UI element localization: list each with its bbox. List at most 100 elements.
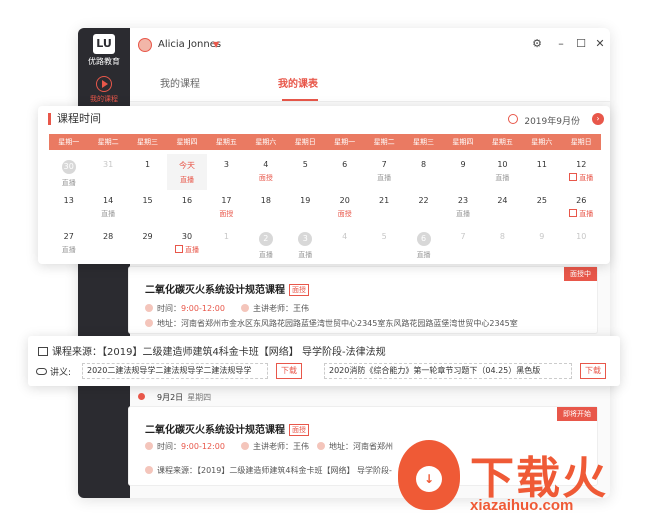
user-name[interactable]: Alicia Jonnes: [158, 39, 221, 50]
calendar-day[interactable]: 26 直播: [562, 190, 601, 226]
date-dot-icon: [138, 393, 145, 400]
day-event-tag: 直播: [258, 251, 273, 259]
weekday-label: 星期五: [215, 138, 237, 146]
sidebar-item-my-courses[interactable]: 我的课程: [80, 74, 128, 110]
download-button-1[interactable]: 下载: [276, 363, 302, 379]
day-event-tag: 直播: [167, 245, 206, 255]
calendar-day[interactable]: 17 面授: [207, 190, 246, 226]
gear-icon[interactable]: ⚙: [530, 37, 544, 50]
day-event-tag: 面授: [219, 210, 234, 218]
calendar-day[interactable]: 21: [364, 190, 403, 226]
calendar-day[interactable]: 1: [128, 154, 167, 190]
watermark-url: xiazaihuo.com: [470, 497, 574, 514]
day-number: 25: [536, 196, 547, 205]
next-month-button[interactable]: ›: [592, 113, 604, 125]
calendar-day[interactable]: 13: [49, 190, 88, 226]
course-teacher: 主讲老师：王伟: [241, 303, 309, 314]
calendar-day[interactable]: 28: [88, 226, 127, 262]
tab-my-schedule[interactable]: 我的课表: [278, 75, 318, 90]
calendar-day[interactable]: 3 直播: [286, 226, 325, 262]
day-number: 4: [342, 232, 348, 241]
weekday-label: 星期五: [491, 138, 513, 146]
calendar-day[interactable]: 3: [207, 154, 246, 190]
book-icon: [145, 466, 153, 474]
status-ribbon: 面授中: [564, 267, 597, 281]
calendar-day[interactable]: 31: [88, 154, 127, 190]
day-number: 11: [536, 160, 547, 169]
day-event-tag: 直播: [416, 251, 431, 259]
calendar-day[interactable]: 5: [286, 154, 325, 190]
calendar-day[interactable]: 20 面授: [325, 190, 364, 226]
calendar-day[interactable]: 9: [443, 154, 482, 190]
calendar-day[interactable]: 2 直播: [246, 226, 285, 262]
day-number: 26: [576, 196, 587, 205]
download-button-2[interactable]: 下载: [580, 363, 606, 379]
weekday-label: 星期一: [58, 138, 80, 146]
calendar-day[interactable]: 7 直播: [364, 154, 403, 190]
calendar-day[interactable]: 9: [522, 226, 561, 262]
top-bar: Alicia Jonnes ▼ ⚙ – ☐ ✕: [130, 28, 610, 62]
close-icon[interactable]: ✕: [593, 37, 607, 50]
calendar-day-today[interactable]: 今天 直播: [167, 154, 207, 190]
calendar-day[interactable]: 12 直播: [562, 154, 601, 190]
calendar-day[interactable]: 18: [246, 190, 285, 226]
weekday-label: 星期六: [531, 138, 553, 146]
calendar-month[interactable]: 2019年9月份: [524, 114, 580, 127]
maximize-icon[interactable]: ☐: [574, 37, 588, 50]
day-event-tag: 直播: [377, 174, 392, 182]
calendar-day[interactable]: 8: [483, 226, 522, 262]
day-event-tag: 直播: [61, 179, 76, 187]
course-teacher: 主讲老师：王伟: [241, 441, 309, 452]
calendar-day[interactable]: 10 直播: [483, 154, 522, 190]
day-number: 27: [63, 232, 74, 241]
course-address: 地址：河南省郑州市金水区东风路花园路蓝堡湾世贸中心2345室东风路花园路蓝堡湾世…: [145, 318, 518, 329]
calendar-day[interactable]: 4 面授: [246, 154, 285, 190]
calendar-day[interactable]: 10: [562, 226, 601, 262]
calendar-day[interactable]: 15: [128, 190, 167, 226]
calendar-day[interactable]: 1: [207, 226, 246, 262]
calendar-day[interactable]: 16: [167, 190, 206, 226]
calendar-day[interactable]: 30 直播: [49, 154, 88, 190]
calendar-day[interactable]: 8: [404, 154, 443, 190]
day-number: 14: [103, 196, 114, 205]
day-number: 29: [142, 232, 153, 241]
calendar-day[interactable]: 23 直播: [443, 190, 482, 226]
calendar-day[interactable]: 22: [404, 190, 443, 226]
calendar-day[interactable]: 24: [483, 190, 522, 226]
day-event-tag: 直播: [562, 209, 601, 219]
book-icon: [38, 347, 48, 356]
calendar-day[interactable]: 19: [286, 190, 325, 226]
day-number: 31: [103, 160, 114, 169]
calendar-day[interactable]: 7: [443, 226, 482, 262]
calendar-day[interactable]: 30 直播: [167, 226, 206, 262]
clock-icon: [145, 304, 153, 312]
course-title: 二氧化碳灭火系统设计规范课程 面授: [145, 421, 309, 436]
day-number: 7: [381, 160, 387, 169]
calendar-day[interactable]: 6: [325, 154, 364, 190]
calendar-day[interactable]: 25: [522, 190, 561, 226]
weekday-label: 星期四: [176, 138, 198, 146]
day-number: 30: [61, 160, 76, 174]
calendar-day[interactable]: 5: [364, 226, 403, 262]
weekday-label: 星期日: [294, 138, 316, 146]
calendar-panel: 课程时间 2019年9月份 › 星期一 星期二 星期三 星期四 星期五 星期六 星期日 星期一…: [38, 106, 610, 264]
avatar[interactable]: [138, 38, 152, 52]
day-number: 16: [181, 196, 193, 205]
day-number: 1: [223, 232, 229, 241]
day-event-tag: 直播: [495, 174, 510, 182]
weekday-header: 星期一 星期二 星期三 星期四 星期五 星期六 星期日 星期一 星期二 星期三 星期四 星期五 星期六 星…: [49, 134, 601, 150]
calendar-day[interactable]: 14 直播: [88, 190, 127, 226]
calendar-day[interactable]: 4: [325, 226, 364, 262]
calendar-day[interactable]: 27 直播: [49, 226, 88, 262]
minimize-icon[interactable]: –: [554, 37, 568, 50]
app-logo: LU 优路教育: [86, 34, 122, 72]
course-card-1[interactable]: 二氧化碳灭火系统设计规范课程 面授 面授中 时间：9:00-12:00 主讲老师：…: [128, 266, 598, 334]
chevron-down-icon[interactable]: ▼: [213, 40, 219, 49]
day-event-tag: 面授: [258, 174, 273, 182]
day-number: 23: [457, 196, 469, 205]
tab-my-courses[interactable]: 我的课程: [160, 75, 200, 90]
calendar-day[interactable]: 11: [522, 154, 561, 190]
calendar-day[interactable]: 29: [128, 226, 167, 262]
calendar-day[interactable]: 6 直播: [404, 226, 443, 262]
day-number: 24: [497, 196, 508, 205]
